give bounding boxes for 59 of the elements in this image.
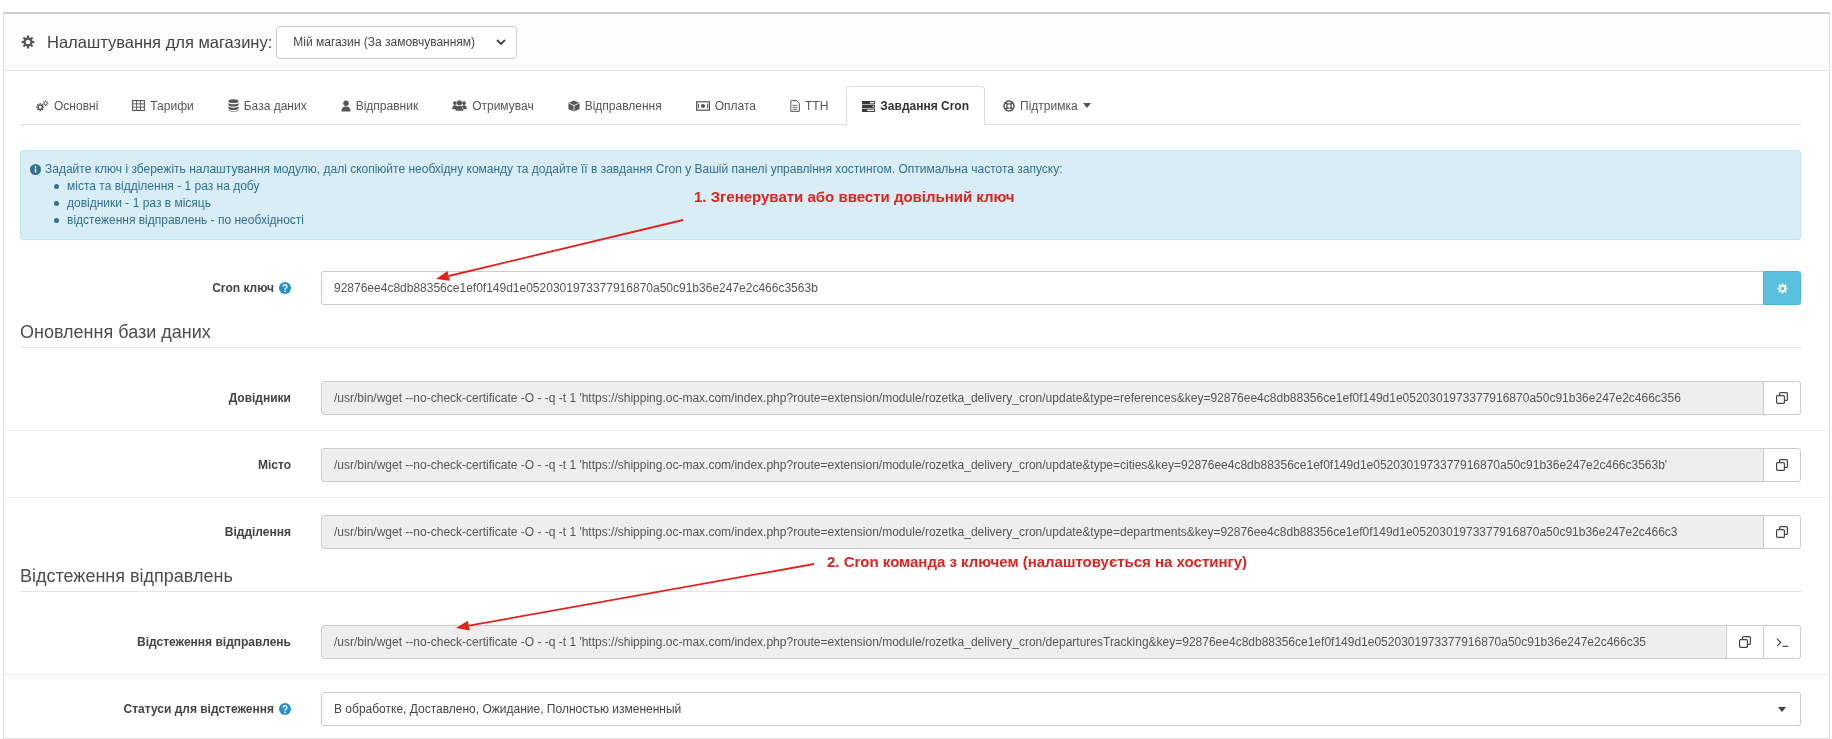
- copy-icon: [1776, 392, 1788, 404]
- task-list-icon: [862, 100, 876, 112]
- life-ring-icon: [1003, 99, 1015, 112]
- gear-icon: [21, 35, 35, 49]
- cron-key-field[interactable]: 92876ee4c8db88356ce1ef0f149d1e0520301973377916870a50c91b36e247e2c466c3563b: [321, 271, 1764, 305]
- field-label: Довідники: [228, 391, 291, 405]
- document-icon: [790, 99, 800, 112]
- section-heading: Оновлення бази даних: [20, 322, 211, 342]
- tab[interactable]: Отримувач: [436, 86, 550, 124]
- section-heading: Відстеження відправлень: [20, 566, 233, 586]
- bullet-icon: [54, 201, 59, 206]
- copy-button[interactable]: [1763, 515, 1801, 549]
- info-list-item: відстеження відправлень - по необхідності: [67, 212, 305, 229]
- copy-button[interactable]: [1763, 381, 1801, 415]
- store-settings-label: Налаштування для магазину:: [47, 32, 273, 52]
- tab[interactable]: Відправлення: [551, 86, 678, 124]
- annotation-text: 2. Cron команда з ключем (налаштовується на хостингу): [827, 553, 1248, 571]
- store-select[interactable]: Мій магазин (За замовчуванням): [276, 25, 518, 59]
- info-icon: [30, 164, 41, 175]
- annotation-text: 1. Згенерувати або ввести довільний ключ: [694, 188, 1015, 206]
- command-field[interactable]: /usr/bin/wget --no-check-certificate -O - -q -t 1 'https://shipping.oc-max.com/index.php?route=extension/module/rozetka_delivery_cron/update&type=departments&key=92876ee4c8db88356ce1ef0f149d1e0520301973377916870a50c91b36e247e2c466c3: [321, 515, 1764, 549]
- copy-icon: [1739, 636, 1751, 648]
- caret-icon: [1778, 706, 1786, 712]
- command-field[interactable]: /usr/bin/wget --no-check-certificate -O - -q -t 1 'https://shipping.oc-max.com/index.php?route=extension/module/rozetka_delivery_cron/update&type=cities&key=92876ee4c8db88356ce1ef0f149d1e0520301973377916870a50c91b36e247e2c466c3563b': [321, 448, 1764, 482]
- tab[interactable]: ТТН: [774, 86, 845, 124]
- terminal-icon: [1775, 637, 1789, 647]
- info-list-item: довідники - 1 раз в місяць: [67, 195, 211, 212]
- field-label: Статуси для відстеження: [123, 702, 274, 716]
- tab[interactable]: Основні: [20, 86, 115, 124]
- field-label: Відстеження відправлень: [137, 635, 291, 649]
- table-icon: [132, 100, 146, 111]
- tab[interactable]: База даних: [211, 86, 323, 124]
- tab[interactable]: Оплата: [679, 86, 772, 124]
- command-field[interactable]: /usr/bin/wget --no-check-certificate -O - -q -t 1 'https://shipping.oc-max.com/index.php?route=extension/module/rozetka_delivery_cron/departuresTracking&key=92876ee4c8db88356ce1ef0f149d1e0520301973377916870a50c91b36e247e2c466c35: [321, 625, 1727, 659]
- field-label: Cron ключ: [212, 281, 274, 295]
- gear-icon: [1776, 282, 1788, 294]
- status-select[interactable]: В обработке, Доставлено, Ожидание, Полностью измененный: [321, 692, 1801, 726]
- info-text: Задайте ключ і збережіть налаштування модулю, далі скопіюйте необхідну команду та додайте її в завдання Cron у Вашій панелі управління хостингом. Оптимальна частота запуску:: [45, 161, 1063, 178]
- info-list-item: міста та відділення - 1 раз на добу: [67, 178, 260, 195]
- user-icon: [340, 99, 351, 112]
- command-field[interactable]: /usr/bin/wget --no-check-certificate -O - -q -t 1 'https://shipping.oc-max.com/index.php?route=extension/module/rozetka_delivery_cron/update&type=references&key=92876ee4c8db88356ce1ef0f149d1e0520301973377916870a50c91b36e247e2c466c356: [321, 381, 1764, 415]
- cogs-icon: [36, 99, 49, 112]
- copy-button[interactable]: [1726, 625, 1764, 659]
- tab[interactable]: Підтримка: [987, 86, 1107, 124]
- cube-icon: [567, 99, 580, 112]
- bullet-icon: [54, 218, 59, 223]
- bullet-icon: [54, 184, 59, 189]
- users-icon: [452, 100, 468, 111]
- copy-icon: [1776, 526, 1788, 538]
- copy-icon: [1776, 459, 1788, 471]
- tab[interactable]: Відправник: [324, 86, 435, 124]
- field-label: Відділення: [224, 525, 291, 539]
- field-label: Місто: [257, 458, 291, 472]
- database-icon: [227, 99, 239, 112]
- tab[interactable]: Тарифи: [116, 86, 210, 124]
- copy-button[interactable]: [1763, 448, 1801, 482]
- banknote-icon: [695, 100, 710, 111]
- chevron-down-icon: [496, 39, 507, 45]
- tab[interactable]: Завдання Cron: [846, 86, 985, 125]
